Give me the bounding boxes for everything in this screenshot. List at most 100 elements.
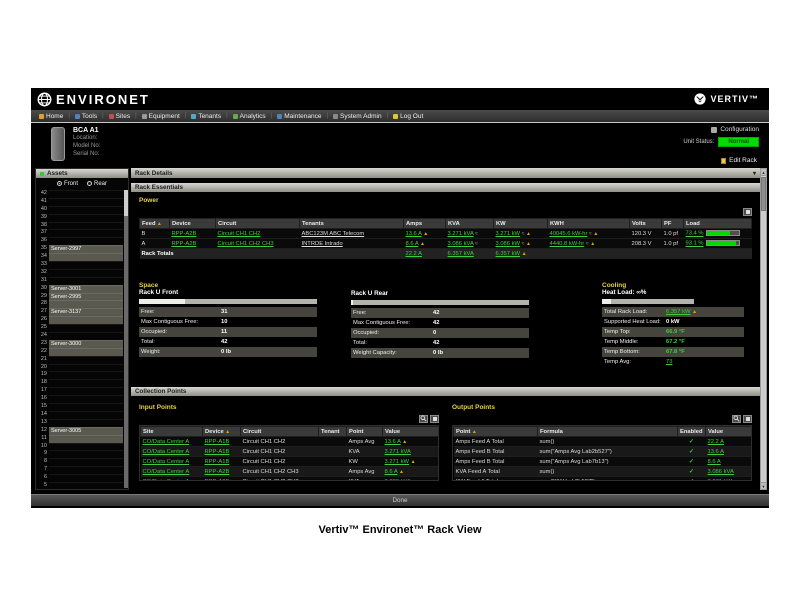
kva-link[interactable]: 3.086 kVA xyxy=(448,241,474,247)
output-col-point[interactable]: Point ▲ xyxy=(454,427,538,437)
input-col-value[interactable]: Value xyxy=(383,427,440,437)
value-link[interactable]: 3.086 kVA xyxy=(708,469,734,475)
scroll-down-icon[interactable]: ▼ xyxy=(761,482,766,489)
value-link[interactable]: 3.271 kW xyxy=(385,459,410,465)
power-col-feed[interactable]: Feed ▲ xyxy=(140,219,170,229)
site-link[interactable]: CO/Data Center A xyxy=(143,479,190,482)
collection-points-header[interactable]: Collection Points xyxy=(131,387,760,396)
nav-separator: | xyxy=(185,113,187,119)
sidebar-scrollbar-thumb[interactable] xyxy=(124,190,128,216)
load-link[interactable]: 73.4 % xyxy=(686,231,704,237)
rear-radio[interactable]: Rear xyxy=(87,181,107,187)
circuit-link[interactable]: Circuit CH1 CH2 xyxy=(218,231,261,237)
rack-server-item[interactable]: Server-3000 xyxy=(49,340,123,348)
columns-icon[interactable] xyxy=(743,208,752,216)
value-link[interactable]: 3.271 kVA xyxy=(385,449,411,455)
power-col-pf[interactable]: PF xyxy=(662,219,684,229)
rack-server-item[interactable]: Server-2997 xyxy=(49,245,123,253)
tenant-link[interactable]: INTRDE Intrado xyxy=(302,241,343,247)
device-link[interactable]: RPP-A1B xyxy=(205,459,230,465)
amps-link[interactable]: 8.6 A xyxy=(406,241,419,247)
site-link[interactable]: CO/Data Center A xyxy=(143,439,190,445)
done-button[interactable]: Done xyxy=(31,494,769,506)
input-col-device[interactable]: Device ▲ xyxy=(203,427,241,437)
rack-details-header[interactable]: Rack Details ▾ xyxy=(131,168,760,178)
device-link[interactable]: RPP-A2B xyxy=(172,241,197,247)
device-link[interactable]: RPP-A1B xyxy=(205,439,230,445)
power-col-circuit[interactable]: Circuit xyxy=(216,219,300,229)
kwh-link[interactable]: 4440.8 kW-hr xyxy=(550,241,585,247)
input-col-tenant[interactable]: Tenant xyxy=(319,427,347,437)
nav-item-tenants[interactable]: Tenants xyxy=(191,113,221,120)
assets-header[interactable]: Assets xyxy=(36,169,128,178)
power-col-load[interactable]: Load xyxy=(684,219,752,229)
tenant-link[interactable]: ABC123M ABC Telecom xyxy=(302,231,365,237)
power-col-kw[interactable]: KW xyxy=(494,219,548,229)
main-scrollbar-thumb[interactable] xyxy=(761,177,766,211)
value-link[interactable]: 3.086 kVA xyxy=(385,479,411,482)
scroll-up-icon[interactable]: ▲ xyxy=(761,169,766,176)
value-link[interactable]: 13.6 A xyxy=(385,439,401,445)
nav-item-sites[interactable]: Sites xyxy=(109,113,130,120)
rack-server-item[interactable]: Server-2995 xyxy=(49,293,123,301)
circuit-link[interactable]: Circuit CH1 CH2 CH3 xyxy=(218,241,274,247)
rack-thumbnail[interactable] xyxy=(51,127,65,161)
output-col-value[interactable]: Value xyxy=(706,427,753,437)
output-col-enabled[interactable]: Enabled xyxy=(678,427,706,437)
nav-item-equipment[interactable]: Equipment xyxy=(142,113,180,120)
nav-item-system-admin[interactable]: System Admin xyxy=(333,113,382,120)
search-icon[interactable] xyxy=(419,415,428,423)
power-col-device[interactable]: Device xyxy=(170,219,216,229)
rack-server-item[interactable]: Server-3137 xyxy=(49,308,123,316)
input-col-site[interactable]: Site xyxy=(141,427,203,437)
front-radio[interactable]: Front xyxy=(57,181,78,187)
configuration-link[interactable]: Configuration xyxy=(711,126,759,133)
device-link[interactable]: RPP-A1B xyxy=(205,449,230,455)
rack-server-item[interactable]: Server-3005 xyxy=(49,427,123,435)
load-link[interactable]: 93.1 % xyxy=(686,241,704,247)
power-col-volts[interactable]: Volts xyxy=(630,219,662,229)
device-link[interactable]: RPP-A2B xyxy=(205,479,230,482)
value-link[interactable]: 22.2 A xyxy=(708,439,724,445)
site-link[interactable]: CO/Data Center A xyxy=(143,469,190,475)
nav-item-log-out[interactable]: Log Out xyxy=(393,113,423,120)
power-col-kwh[interactable]: KWH xyxy=(548,219,630,229)
edit-rack-link[interactable]: Edit Rack xyxy=(721,157,757,164)
value-link[interactable]: 13.6 A xyxy=(708,449,724,455)
value-link[interactable]: 3.271 kW xyxy=(708,479,733,482)
nav-item-analytics[interactable]: Analytics xyxy=(233,113,266,120)
input-col-point[interactable]: Point xyxy=(347,427,383,437)
total-amps-link[interactable]: 22.2 A xyxy=(406,251,422,257)
main-scrollbar[interactable]: ▲ ▼ xyxy=(760,168,767,490)
power-col-amps[interactable]: Amps xyxy=(404,219,446,229)
value-link[interactable]: 8.6 A xyxy=(385,469,398,475)
temp-avg-link[interactable]: 73 xyxy=(666,359,672,365)
nav-item-home[interactable]: Home xyxy=(39,113,63,120)
sidebar-scrollbar[interactable] xyxy=(124,190,128,488)
total-kva-link[interactable]: 6.357 kVA xyxy=(448,251,474,257)
total-kw-link[interactable]: 6.357 kW xyxy=(496,251,521,257)
columns-icon[interactable] xyxy=(743,415,752,423)
input-col-circuit[interactable]: Circuit xyxy=(241,427,319,437)
site-link[interactable]: CO/Data Center A xyxy=(143,459,190,465)
columns-icon[interactable] xyxy=(430,415,439,423)
kva-link[interactable]: 3.271 kVA xyxy=(448,231,474,237)
kw-link[interactable]: 3.271 kW xyxy=(496,231,521,237)
power-col-kva[interactable]: KVA xyxy=(446,219,494,229)
search-icon[interactable] xyxy=(732,415,741,423)
power-col-tenants[interactable]: Tenants xyxy=(300,219,404,229)
nav-item-maintenance[interactable]: Maintenance xyxy=(277,113,321,120)
device-link[interactable]: RPP-A2B xyxy=(205,469,230,475)
kw-link[interactable]: 3.086 kW xyxy=(496,241,521,247)
site-link[interactable]: CO/Data Center A xyxy=(143,449,190,455)
value-link[interactable]: 8.6 A xyxy=(708,459,721,465)
output-col-formula[interactable]: Formula xyxy=(538,427,678,437)
collapse-icon[interactable]: ▾ xyxy=(753,170,756,177)
rack-server-item[interactable]: Server-3001 xyxy=(49,285,123,293)
total-rack-load-link[interactable]: 6.357 kW xyxy=(666,309,691,315)
rack-essentials-header[interactable]: Rack Essentials xyxy=(131,183,760,192)
device-link[interactable]: RPP-A2B xyxy=(172,231,197,237)
nav-item-tools[interactable]: Tools xyxy=(75,113,97,120)
kwh-link[interactable]: 40045.6 kW-hr xyxy=(550,231,588,237)
amps-link[interactable]: 13.6 A xyxy=(406,231,422,237)
